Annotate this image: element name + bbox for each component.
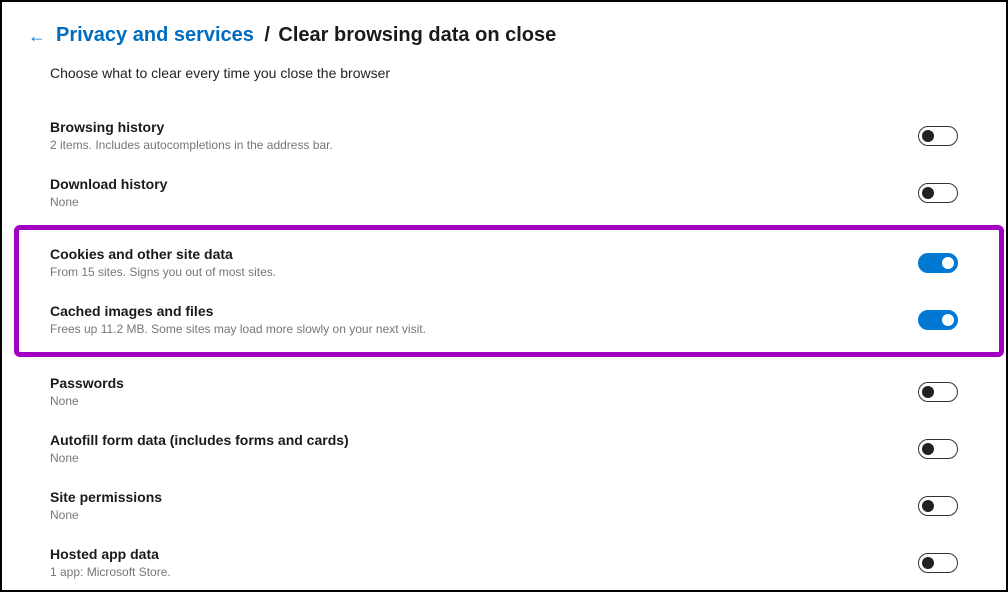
setting-row-cache: Cached images and files Frees up 11.2 MB… [50,293,958,350]
toggle-download-history[interactable] [918,183,958,203]
setting-title: Cached images and files [50,303,426,319]
toggle-site-permissions[interactable] [918,496,958,516]
highlight-annotation: Cookies and other site data From 15 site… [14,225,1004,357]
setting-row-browsing-history: Browsing history 2 items. Includes autoc… [50,109,958,166]
setting-row-hosted-app: Hosted app data 1 app: Microsoft Store. [50,536,958,593]
setting-row-site-permissions: Site permissions None [50,479,958,536]
setting-desc: 1 app: Microsoft Store. [50,565,171,579]
setting-row-passwords: Passwords None [50,365,958,422]
setting-row-cookies: Cookies and other site data From 15 site… [50,236,958,293]
setting-title: Browsing history [50,119,333,135]
setting-row-download-history: Download history None [50,166,958,223]
setting-desc: None [50,394,124,408]
setting-title: Site permissions [50,489,162,505]
toggle-autofill[interactable] [918,439,958,459]
breadcrumb: ← Privacy and services / Clear browsing … [28,24,958,47]
breadcrumb-separator: / [264,24,270,46]
page-title: Clear browsing data on close [278,24,556,46]
setting-title: Cookies and other site data [50,246,276,262]
back-arrow-icon[interactable]: ← [28,27,46,45]
setting-row-autofill: Autofill form data (includes forms and c… [50,422,958,479]
toggle-hosted-app[interactable] [918,553,958,573]
setting-desc: None [50,195,167,209]
toggle-passwords[interactable] [918,382,958,402]
toggle-cookies[interactable] [918,253,958,273]
setting-title: Passwords [50,375,124,391]
setting-desc: 2 items. Includes autocompletions in the… [50,138,333,152]
setting-desc: None [50,508,162,522]
setting-desc: Frees up 11.2 MB. Some sites may load mo… [50,322,426,336]
settings-list: Browsing history 2 items. Includes autoc… [50,109,958,593]
toggle-cache[interactable] [918,310,958,330]
setting-desc: None [50,451,349,465]
setting-title: Download history [50,176,167,192]
toggle-browsing-history[interactable] [918,126,958,146]
setting-title: Hosted app data [50,546,171,562]
settings-page: ← Privacy and services / Clear browsing … [2,2,1006,593]
setting-desc: From 15 sites. Signs you out of most sit… [50,265,276,279]
setting-title: Autofill form data (includes forms and c… [50,432,349,448]
breadcrumb-link-privacy[interactable]: Privacy and services [56,24,254,46]
page-subheading: Choose what to clear every time you clos… [50,65,958,81]
